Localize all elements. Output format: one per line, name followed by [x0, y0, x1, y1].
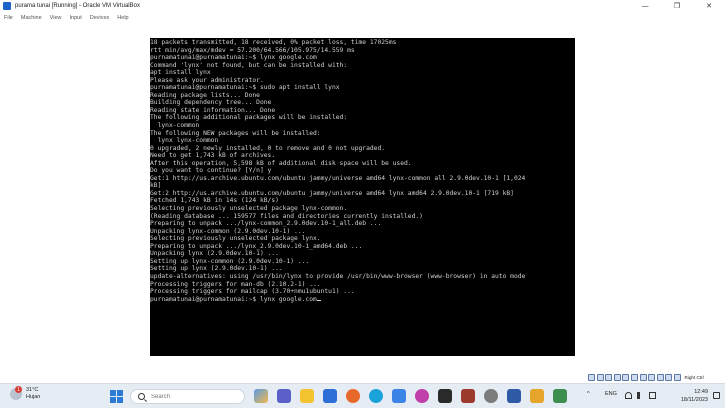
- window-title: purama tunai [Running] - Oracle VM Virtu…: [15, 3, 140, 9]
- terminal-line: rtt min/avg/max/mdev = 57.200/64.566/105…: [150, 46, 355, 54]
- clock[interactable]: 12:49 18/11/2023: [668, 388, 708, 404]
- optical-drive-icon[interactable]: [596, 373, 604, 381]
- notification-badge: 1: [15, 386, 22, 393]
- menu-view[interactable]: View: [50, 15, 62, 21]
- search-box[interactable]: [130, 389, 245, 404]
- app-icon-grey[interactable]: [484, 389, 498, 403]
- weather-condition: Hujan: [26, 394, 41, 400]
- terminal-console[interactable]: 18 packets transmitted, 18 received, 0% …: [150, 38, 575, 356]
- copilot-icon[interactable]: [254, 389, 268, 403]
- terminal-line: Reading state information... Done: [150, 106, 276, 114]
- terminal-line: Get:1 http://us.archive.ubuntu.com/ubunt…: [150, 174, 526, 182]
- tray-overflow-chevron[interactable]: ^: [587, 391, 590, 397]
- audio-icon[interactable]: [605, 373, 613, 381]
- notifications-icon[interactable]: [713, 392, 720, 399]
- search-icon: [138, 393, 145, 400]
- menu-file[interactable]: File: [4, 15, 13, 21]
- mouse-integration-icon[interactable]: [665, 373, 673, 381]
- menu-devices[interactable]: Devices: [90, 15, 110, 21]
- terminal-line: Command 'lynx' not found, but can be ins…: [150, 61, 348, 69]
- terminal-line: The following additional packages will b…: [150, 114, 348, 122]
- keyboard-icon[interactable]: [673, 373, 681, 381]
- shared-folders-icon[interactable]: [630, 373, 638, 381]
- terminal-line: Processing triggers for mailcap (3.70+nm…: [150, 288, 355, 296]
- window-titlebar: purama tunai [Running] - Oracle VM Virtu…: [0, 0, 725, 12]
- terminal-line: Building dependency tree... Done: [150, 99, 272, 107]
- close-button[interactable]: ✕: [693, 0, 725, 12]
- terminal-line: Preparing to unpack .../lynx-common_2.9.…: [150, 220, 382, 228]
- terminal-line: Preparing to unpack .../lynx_2.9.0dev.10…: [150, 242, 363, 250]
- terminal-line: Processing triggers for man-db (2.10.2-1…: [150, 280, 321, 288]
- rain-cloud-icon: 1: [10, 386, 22, 400]
- menu-machine[interactable]: Machine: [21, 15, 42, 21]
- store-icon[interactable]: [323, 389, 337, 403]
- battery-icon[interactable]: [649, 392, 656, 399]
- terminal-line: Need to get 1,743 kB of archives.: [150, 152, 276, 160]
- app-icon-purple[interactable]: [415, 389, 429, 403]
- vm-display[interactable]: 18 packets transmitted, 18 received, 0% …: [0, 24, 725, 368]
- weather-temperature: 31°C: [26, 387, 39, 393]
- terminal-line: purnamatunai@purnamatunai:~$ lynx google…: [150, 54, 317, 62]
- terminal-line: Reading package lists... Done: [150, 91, 260, 99]
- menu-help[interactable]: Help: [117, 15, 128, 21]
- minimize-button[interactable]: —: [629, 0, 661, 12]
- terminal-line: (Reading database ... 159577 files and d…: [150, 212, 423, 220]
- terminal-line: Unpacking lynx (2.9.0dev.10-1) ...: [150, 250, 279, 258]
- terminal-line: 18 packets transmitted, 18 received, 0% …: [150, 39, 397, 46]
- terminal-line: Setting up lynx-common (2.9.0dev.10-1) .…: [150, 257, 310, 265]
- terminal-line: After this operation, 5,598 kB of additi…: [150, 159, 412, 167]
- search-input[interactable]: [151, 393, 241, 400]
- text-cursor: [316, 299, 321, 301]
- app-icon-yellow[interactable]: [530, 389, 544, 403]
- wifi-icon[interactable]: [625, 392, 632, 399]
- terminal-line: Please ask your administrator.: [150, 76, 264, 84]
- file-explorer-icon[interactable]: [300, 389, 314, 403]
- menu-input[interactable]: Input: [70, 15, 82, 21]
- app-icon-red[interactable]: [461, 389, 475, 403]
- terminal-line: Selecting previously unselected package …: [150, 205, 348, 213]
- menu-bar: File Machine View Input Devices Help: [0, 12, 725, 24]
- taskbar: 1 31°C Hujan ^ ENG 12:49 18/11/2023: [0, 383, 725, 408]
- firefox-icon[interactable]: [346, 389, 360, 403]
- windows-logo-icon: [110, 390, 116, 396]
- network-icon[interactable]: [613, 373, 621, 381]
- terminal-line: Selecting previously unselected package …: [150, 235, 321, 243]
- virtualbox-taskbar-icon[interactable]: [507, 389, 521, 403]
- clock-time: 12:49: [694, 389, 708, 395]
- virtualbox-icon: [3, 2, 11, 10]
- terminal-line: Do you want to continue? [Y/n] y: [150, 167, 272, 175]
- weather-widget[interactable]: 1 31°C Hujan: [10, 386, 41, 401]
- settings-app-icon[interactable]: [392, 389, 406, 403]
- language-indicator[interactable]: ENG: [605, 391, 617, 397]
- usb-icon[interactable]: [622, 373, 630, 381]
- terminal-line: update-alternatives: using /usr/bin/lynx…: [150, 272, 526, 280]
- hard-disk-icon[interactable]: [588, 373, 595, 381]
- host-key-label: Right Ctrl: [684, 374, 704, 380]
- terminal-line: purnamatunai@purnamatunai:~$ lynx google…: [150, 296, 575, 304]
- window-controls: — ❐ ✕: [629, 0, 725, 12]
- recording-icon[interactable]: [648, 373, 656, 381]
- clock-date: 18/11/2023: [680, 397, 708, 403]
- terminal-line: Setting up lynx (2.9.0dev.10-1) ...: [150, 265, 283, 273]
- terminal-line: lynx-common: [150, 122, 200, 130]
- terminal-line: purnamatunai@purnamatunai:~$ sudo apt in…: [150, 84, 340, 92]
- app-icon-green[interactable]: [553, 389, 567, 403]
- terminal-app-icon[interactable]: [438, 389, 452, 403]
- cpu-icon[interactable]: [656, 373, 664, 381]
- restore-button[interactable]: ❐: [661, 0, 693, 12]
- terminal-line: kB]: [150, 182, 162, 190]
- display-icon[interactable]: [639, 373, 647, 381]
- vbox-status-bar: Right Ctrl: [588, 372, 704, 382]
- terminal-line: The following NEW packages will be insta…: [150, 129, 321, 137]
- terminal-line: Get:2 http://us.archive.ubuntu.com/ubunt…: [150, 189, 514, 197]
- terminal-line: apt install lynx: [150, 69, 211, 77]
- start-button[interactable]: [110, 390, 123, 403]
- terminal-line: 0 upgraded, 2 newly installed, 0 to remo…: [150, 144, 386, 152]
- terminal-line: Fetched 1,743 kB in 14s (124 kB/s): [150, 197, 279, 205]
- terminal-line: lynx lynx-common: [150, 137, 219, 145]
- volume-icon[interactable]: [637, 392, 644, 399]
- edge-icon[interactable]: [369, 389, 383, 403]
- terminal-line: Unpacking lynx-common (2.9.0dev.10-1) ..…: [150, 227, 306, 235]
- teams-icon[interactable]: [277, 389, 291, 403]
